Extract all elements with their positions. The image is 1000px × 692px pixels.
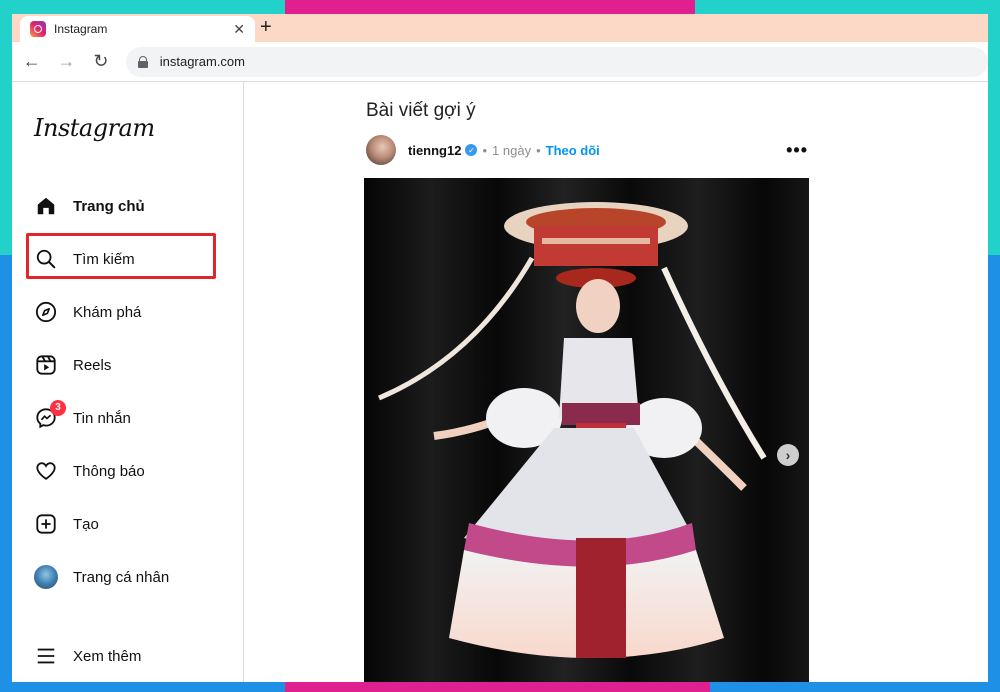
post-photo: [364, 178, 809, 682]
sidebar-item-label: Trang cá nhân: [73, 568, 170, 586]
sidebar-item-label: Trang chủ: [73, 197, 145, 215]
section-title: Bài viết gợi ý: [366, 100, 476, 121]
search-icon: [34, 247, 58, 271]
instagram-logo[interactable]: Instagram: [34, 114, 155, 142]
sidebar-item-label: Xem thêm: [73, 647, 142, 665]
sidebar-item-search[interactable]: Tìm kiếm: [34, 244, 135, 274]
frame-decoration: [0, 0, 12, 255]
post-avatar[interactable]: [366, 135, 396, 165]
follow-button[interactable]: Theo dõi: [546, 143, 600, 158]
compass-icon: [34, 300, 58, 324]
sidebar-item-profile[interactable]: Trang cá nhân: [34, 562, 169, 592]
more-options-icon[interactable]: •••: [786, 140, 808, 161]
verified-badge-icon: ✓: [465, 144, 478, 156]
frame-decoration: [285, 0, 695, 14]
notification-badge: 3: [50, 400, 66, 416]
post-header: tienng12 ✓ • 1 ngày • Theo dõi •••: [366, 134, 808, 166]
new-tab-button[interactable]: +: [260, 17, 272, 37]
heart-icon: [34, 459, 58, 483]
sidebar-item-create[interactable]: Tạo: [34, 509, 99, 539]
frame-decoration: [0, 682, 285, 692]
messenger-icon: 3: [34, 400, 66, 430]
sidebar-item-home[interactable]: Trang chủ: [34, 191, 145, 221]
sidebar: Instagram Trang chủ Tìm kiếm Khám phá Re…: [12, 82, 244, 682]
frame-decoration: [0, 255, 12, 692]
create-icon: [34, 512, 58, 536]
frame-decoration: [988, 0, 1000, 255]
sidebar-item-reels[interactable]: Reels: [34, 350, 111, 380]
separator-dot: •: [536, 142, 541, 158]
sidebar-item-explore[interactable]: Khám phá: [34, 297, 141, 327]
frame-decoration: [988, 255, 1000, 692]
post-image[interactable]: ›: [364, 178, 809, 682]
address-bar[interactable]: instagram.com: [125, 46, 988, 77]
reload-button[interactable]: ↻: [86, 51, 116, 72]
browser-toolbar: ← → ↻ instagram.com: [12, 42, 988, 82]
back-button[interactable]: ←: [17, 51, 47, 72]
sidebar-item-label: Thông báo: [73, 462, 145, 480]
sidebar-item-notifications[interactable]: Thông báo: [34, 456, 145, 486]
url-text[interactable]: instagram.com: [160, 54, 245, 69]
tab-instagram[interactable]: Instagram ✕: [20, 16, 255, 42]
sidebar-item-messages[interactable]: 3 Tin nhắn: [34, 400, 131, 433]
home-icon: [34, 194, 58, 218]
browser-window: Instagram ✕ + ← → ↻ instagram.com Instag…: [12, 14, 988, 682]
tab-title: Instagram: [54, 22, 108, 36]
next-image-button[interactable]: ›: [777, 444, 799, 466]
post-time[interactable]: 1 ngày: [492, 143, 531, 158]
post-username[interactable]: tienng12: [408, 143, 461, 158]
profile-avatar: [34, 565, 58, 589]
forward-button[interactable]: →: [52, 51, 82, 72]
sidebar-item-label: Tạo: [73, 515, 99, 533]
main-feed: Bài viết gợi ý tienng12 ✓ • 1 ngày • The…: [244, 82, 988, 682]
tab-bar: Instagram ✕ +: [12, 14, 988, 42]
frame-decoration: [0, 0, 285, 14]
sidebar-item-label: Tìm kiếm: [73, 250, 135, 268]
frame-decoration: [710, 682, 1000, 692]
lock-icon[interactable]: [137, 55, 148, 68]
frame-decoration: [695, 0, 1000, 14]
instagram-page: Instagram Trang chủ Tìm kiếm Khám phá Re…: [12, 82, 988, 682]
separator-dot: •: [482, 142, 488, 158]
close-icon[interactable]: ✕: [233, 21, 245, 38]
sidebar-item-more[interactable]: Xem thêm: [34, 641, 141, 671]
instagram-favicon-icon: [30, 21, 46, 37]
menu-icon: [34, 644, 58, 668]
sidebar-item-label: Khám phá: [73, 303, 142, 321]
frame-decoration: [285, 682, 710, 692]
sidebar-item-label: Reels: [73, 356, 112, 374]
reels-icon: [34, 353, 58, 377]
sidebar-item-label: Tin nhắn: [73, 409, 131, 427]
